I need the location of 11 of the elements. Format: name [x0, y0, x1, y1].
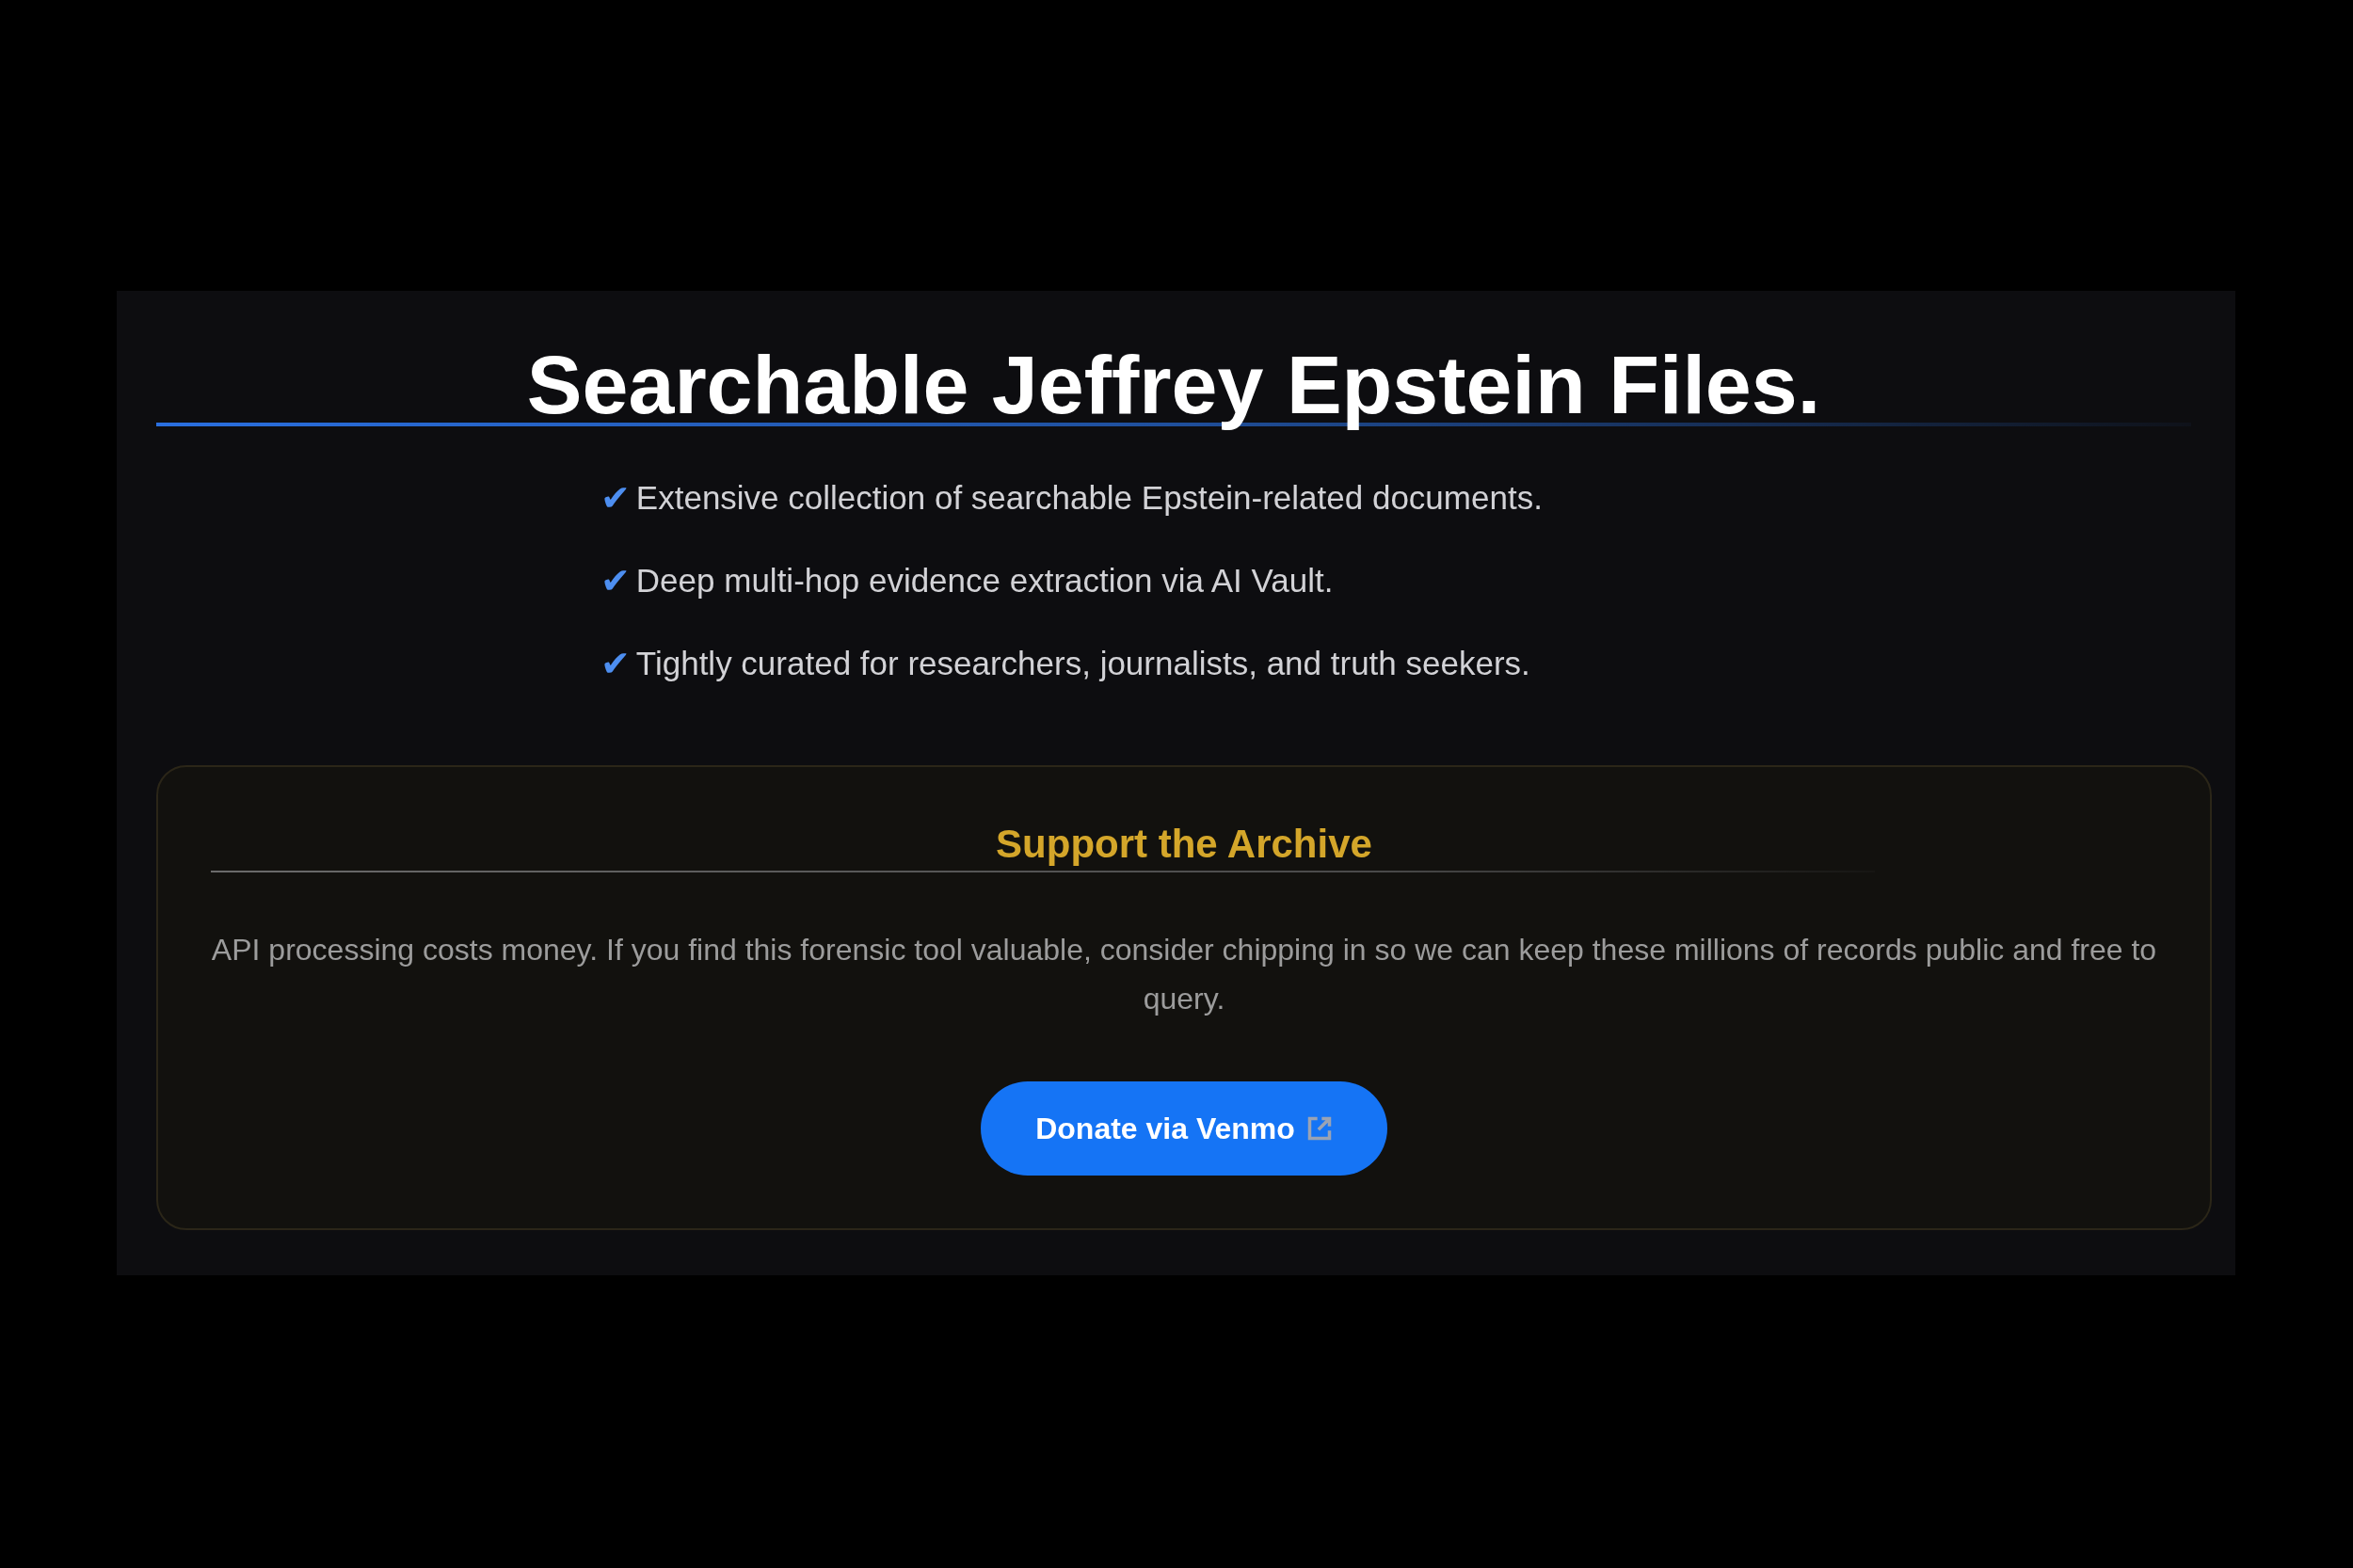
- support-heading: Support the Archive: [995, 821, 1373, 868]
- check-icon: ✔: [600, 475, 631, 520]
- support-text: API processing costs money. If you find this forensic tool valuable, consider chipping in so we can keep these millions of records public and free to query.: [211, 932, 2157, 1017]
- page-title: Searchable Jeffrey Epstein Files.: [525, 338, 1822, 432]
- donate-button[interactable]: Donate via Venmo: [981, 1081, 1387, 1176]
- feature-text: Tightly curated for researchers, journalists, and truth seekers.: [635, 644, 1530, 683]
- feature-text: Deep multi-hop evidence extraction via AI Vault.: [635, 561, 1334, 600]
- feature-text: Extensive collection of searchable Epstein-related documents.: [635, 478, 1543, 518]
- external-link-icon: [1305, 1115, 1333, 1142]
- check-icon: ✔: [600, 558, 631, 603]
- check-icon: ✔: [600, 641, 631, 686]
